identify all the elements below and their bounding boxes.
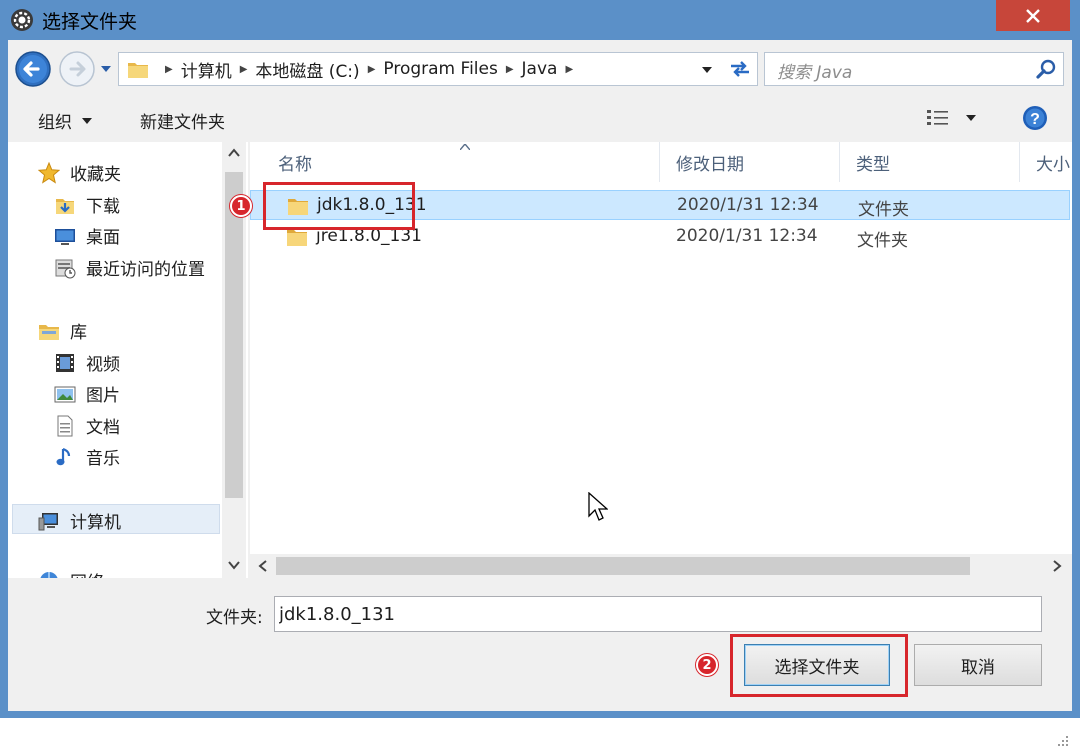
sidebar-item-label: 图片 bbox=[86, 386, 120, 406]
folder-icon bbox=[287, 230, 307, 246]
sidebar-item-desktop[interactable]: 桌面 bbox=[54, 223, 120, 248]
folder-name-field[interactable] bbox=[274, 596, 1042, 632]
help-icon[interactable]: ? bbox=[1022, 105, 1048, 131]
svg-text:?: ? bbox=[1030, 111, 1040, 128]
video-icon bbox=[56, 353, 74, 372]
history-dropdown-icon[interactable] bbox=[100, 64, 112, 74]
file-type: 文件夹 bbox=[857, 231, 908, 251]
breadcrumb-java[interactable]: Java bbox=[522, 59, 558, 79]
sidebar-item-label: 收藏夹 bbox=[70, 165, 121, 185]
folder-icon bbox=[128, 63, 148, 78]
chevron-down-icon[interactable] bbox=[701, 65, 713, 75]
sidebar-item-downloads[interactable]: 下载 bbox=[54, 192, 120, 217]
breadcrumb-separator-icon[interactable]: ▶ bbox=[368, 64, 376, 75]
libraries-icon bbox=[39, 324, 59, 340]
breadcrumb-computer[interactable]: 计算机 bbox=[181, 57, 232, 82]
sidebar-item-label: 视频 bbox=[86, 355, 120, 375]
search-input[interactable]: 搜索 Java bbox=[764, 52, 1064, 86]
documents-icon bbox=[57, 415, 73, 436]
close-button[interactable] bbox=[996, 0, 1070, 31]
file-date: 2020/1/31 12:34 bbox=[676, 226, 818, 246]
forward-button[interactable] bbox=[58, 50, 96, 88]
column-header-label: 大小 bbox=[1036, 154, 1070, 175]
scroll-up-icon[interactable] bbox=[228, 148, 240, 158]
gear-icon bbox=[11, 9, 33, 31]
file-type: 文件夹 bbox=[858, 200, 909, 220]
sidebar-item-music[interactable]: 音乐 bbox=[54, 444, 120, 469]
new-folder-button[interactable]: 新建文件夹 bbox=[140, 108, 225, 133]
star-icon bbox=[38, 161, 60, 184]
sidebar-item-recent-places[interactable]: 最近访问的位置 bbox=[54, 255, 205, 280]
scroll-down-icon[interactable] bbox=[228, 560, 240, 570]
annotation-step-marker: 2 bbox=[696, 654, 718, 676]
title-bar[interactable]: 选择文件夹 bbox=[0, 0, 1080, 40]
sidebar-item-label: 下载 bbox=[86, 197, 120, 217]
recent-places-icon bbox=[55, 259, 76, 278]
annotation-highlight-box bbox=[730, 634, 908, 697]
scrollbar-thumb[interactable] bbox=[276, 557, 970, 575]
search-icon[interactable] bbox=[1035, 58, 1057, 80]
sidebar-item-label: 计算机 bbox=[70, 513, 121, 533]
sidebar-item-videos[interactable]: 视频 bbox=[54, 350, 120, 375]
sidebar-item-label: 库 bbox=[70, 323, 87, 343]
breadcrumb-separator-icon[interactable]: ▶ bbox=[565, 64, 573, 75]
cancel-button[interactable]: 取消 bbox=[914, 644, 1042, 686]
view-options-icon[interactable] bbox=[926, 108, 950, 128]
column-header-name[interactable]: 名称 bbox=[250, 142, 660, 182]
organize-label: 组织 bbox=[38, 113, 72, 133]
chevron-down-icon[interactable] bbox=[966, 114, 976, 122]
downloads-folder-icon bbox=[56, 198, 74, 214]
annotation-highlight-box bbox=[263, 182, 415, 230]
desktop-icon bbox=[55, 228, 75, 245]
scrollbar-thumb[interactable] bbox=[225, 172, 243, 498]
network-icon bbox=[40, 571, 58, 578]
pictures-icon bbox=[54, 386, 76, 402]
music-note-icon bbox=[56, 447, 71, 465]
sidebar-item-documents[interactable]: 文档 bbox=[54, 413, 120, 438]
computer-icon bbox=[38, 512, 58, 530]
mouse-cursor-icon bbox=[588, 492, 608, 521]
column-header-type[interactable]: 类型 bbox=[840, 142, 1020, 182]
breadcrumb-separator-icon[interactable]: ▶ bbox=[165, 64, 173, 75]
window-title: 选择文件夹 bbox=[42, 11, 138, 33]
dialog-client: ▶ 计算机 ▶ 本地磁盘 (C:) ▶ Program Files ▶ Java… bbox=[8, 40, 1072, 746]
sidebar-item-label: 网络 bbox=[70, 568, 104, 578]
folder-field-label: 文件夹: bbox=[206, 608, 263, 628]
sidebar-item-network[interactable]: 网络 bbox=[38, 568, 104, 578]
sidebar-item-libraries[interactable]: 库 bbox=[38, 318, 87, 343]
sort-ascending-icon bbox=[460, 144, 470, 150]
resize-grip-icon[interactable] bbox=[1056, 734, 1070, 748]
annotation-step-marker: 1 bbox=[230, 195, 252, 217]
column-header-size[interactable]: 大小 bbox=[1020, 142, 1072, 182]
sidebar-item-label: 最近访问的位置 bbox=[86, 260, 205, 280]
file-date: 2020/1/31 12:34 bbox=[677, 195, 819, 215]
organize-button[interactable]: 组织 bbox=[38, 108, 92, 133]
refresh-icon[interactable] bbox=[727, 57, 753, 81]
column-header-label: 修改日期 bbox=[676, 154, 744, 175]
scroll-right-icon[interactable] bbox=[1052, 560, 1062, 572]
column-header-date[interactable]: 修改日期 bbox=[660, 142, 840, 182]
sidebar-item-label: 音乐 bbox=[86, 449, 120, 469]
search-placeholder: 搜索 Java bbox=[777, 63, 853, 83]
breadcrumb-separator-icon[interactable]: ▶ bbox=[240, 64, 248, 75]
breadcrumb-program-files[interactable]: Program Files bbox=[383, 59, 497, 79]
close-icon bbox=[1026, 8, 1040, 23]
horizontal-scrollbar[interactable] bbox=[250, 554, 1072, 578]
navigation-pane[interactable]: 收藏夹 下载 桌面 最近访问的位置 库 视频 图片 文档 音乐 计算机 bbox=[8, 142, 248, 578]
back-button[interactable] bbox=[14, 50, 52, 88]
breadcrumb-local-disk[interactable]: 本地磁盘 (C:) bbox=[255, 57, 359, 82]
sidebar-item-pictures[interactable]: 图片 bbox=[54, 381, 120, 406]
sidebar-item-label: 文档 bbox=[86, 418, 120, 438]
breadcrumb-separator-icon[interactable]: ▶ bbox=[506, 64, 514, 75]
chevron-down-icon bbox=[82, 117, 92, 124]
sidebar-item-computer[interactable]: 计算机 bbox=[38, 508, 121, 533]
sidebar-item-favorites[interactable]: 收藏夹 bbox=[38, 160, 121, 185]
command-toolbar: 组织 新建文件夹 ? bbox=[8, 96, 1072, 140]
dialog-window: 选择文件夹 ▶ 计算机 ▶ 本地磁盘 (C:) ▶ Program Files … bbox=[0, 0, 1080, 746]
scroll-left-icon[interactable] bbox=[258, 560, 268, 572]
column-header-label: 名称 bbox=[278, 154, 312, 175]
address-bar[interactable]: ▶ 计算机 ▶ 本地磁盘 (C:) ▶ Program Files ▶ Java… bbox=[118, 52, 758, 86]
column-header-label: 类型 bbox=[856, 154, 890, 175]
sidebar-item-label: 桌面 bbox=[86, 228, 120, 248]
